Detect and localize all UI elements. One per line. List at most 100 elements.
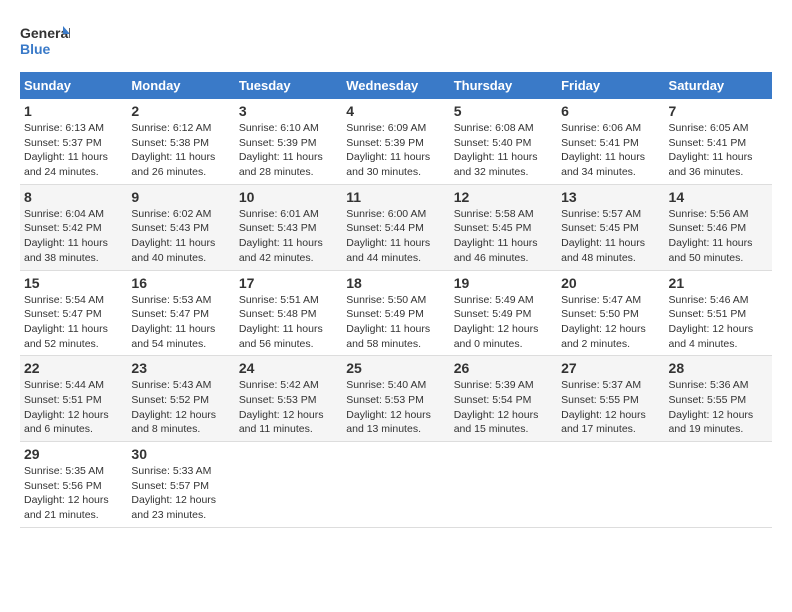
day-number: 7 — [669, 103, 768, 119]
day-number: 8 — [24, 189, 123, 205]
calendar-cell: 10 Sunrise: 6:01 AMSunset: 5:43 PMDayligh… — [235, 184, 342, 270]
day-info: Sunrise: 5:42 AMSunset: 5:53 PMDaylight:… — [239, 379, 324, 435]
day-number: 1 — [24, 103, 123, 119]
col-header-thursday: Thursday — [450, 72, 557, 99]
calendar-cell: 19 Sunrise: 5:49 AMSunset: 5:49 PMDayligh… — [450, 270, 557, 356]
header: General Blue — [20, 20, 772, 64]
calendar-cell: 30 Sunrise: 5:33 AMSunset: 5:57 PMDayligh… — [127, 442, 234, 528]
day-number: 19 — [454, 275, 553, 291]
calendar-cell: 9 Sunrise: 6:02 AMSunset: 5:43 PMDaylight… — [127, 184, 234, 270]
calendar-cell: 20 Sunrise: 5:47 AMSunset: 5:50 PMDayligh… — [557, 270, 664, 356]
day-info: Sunrise: 5:44 AMSunset: 5:51 PMDaylight:… — [24, 379, 109, 435]
calendar-cell: 5Sunrise: 6:08 AMSunset: 5:40 PMDaylight… — [450, 99, 557, 184]
logo-svg: General Blue — [20, 20, 70, 64]
calendar-cell: 24Sunrise: 5:42 AMSunset: 5:53 PMDayligh… — [235, 356, 342, 442]
day-info: Sunrise: 6:04 AMSunset: 5:42 PMDaylight:… — [24, 208, 108, 264]
col-header-sunday: Sunday — [20, 72, 127, 99]
day-number: 20 — [561, 275, 660, 291]
col-header-wednesday: Wednesday — [342, 72, 449, 99]
calendar-cell: 8 Sunrise: 6:04 AMSunset: 5:42 PMDaylight… — [20, 184, 127, 270]
day-info: Sunrise: 5:49 AMSunset: 5:49 PMDaylight:… — [454, 294, 539, 350]
day-number: 29 — [24, 446, 123, 462]
calendar-cell: 13 Sunrise: 5:57 AMSunset: 5:45 PMDayligh… — [557, 184, 664, 270]
day-number: 21 — [669, 275, 768, 291]
calendar-week-1: 1 Sunrise: 6:13 AMSunset: 5:37 PMDaylight… — [20, 99, 772, 184]
calendar-week-2: 8 Sunrise: 6:04 AMSunset: 5:42 PMDaylight… — [20, 184, 772, 270]
calendar-cell — [450, 442, 557, 528]
day-info: Sunrise: 5:37 AMSunset: 5:55 PMDaylight:… — [561, 379, 646, 435]
calendar-cell: 28 Sunrise: 5:36 AMSunset: 5:55 PMDayligh… — [665, 356, 772, 442]
calendar-cell — [557, 442, 664, 528]
day-info: Sunrise: 5:40 AMSunset: 5:53 PMDaylight:… — [346, 379, 431, 435]
calendar-cell: 16 Sunrise: 5:53 AMSunset: 5:47 PMDayligh… — [127, 270, 234, 356]
day-info: Sunrise: 6:00 AMSunset: 5:44 PMDaylight:… — [346, 208, 430, 264]
day-info: Sunrise: 6:02 AMSunset: 5:43 PMDaylight:… — [131, 208, 215, 264]
calendar-cell: 29 Sunrise: 5:35 AMSunset: 5:56 PMDayligh… — [20, 442, 127, 528]
day-number: 12 — [454, 189, 553, 205]
day-number: 9 — [131, 189, 230, 205]
calendar-cell: 23Sunrise: 5:43 AMSunset: 5:52 PMDayligh… — [127, 356, 234, 442]
day-number: 30 — [131, 446, 230, 462]
calendar-cell: 21 Sunrise: 5:46 AMSunset: 5:51 PMDayligh… — [665, 270, 772, 356]
day-info: Sunrise: 5:39 AMSunset: 5:54 PMDaylight:… — [454, 379, 539, 435]
header-row: SundayMondayTuesdayWednesdayThursdayFrid… — [20, 72, 772, 99]
svg-text:General: General — [20, 25, 70, 41]
col-header-friday: Friday — [557, 72, 664, 99]
day-info: Sunrise: 6:13 AMSunset: 5:37 PMDaylight:… — [24, 122, 108, 178]
logo: General Blue — [20, 20, 70, 64]
day-number: 15 — [24, 275, 123, 291]
day-number: 5 — [454, 103, 553, 119]
day-info: Sunrise: 5:54 AMSunset: 5:47 PMDaylight:… — [24, 294, 108, 350]
day-number: 16 — [131, 275, 230, 291]
day-info: Sunrise: 5:53 AMSunset: 5:47 PMDaylight:… — [131, 294, 215, 350]
calendar-cell: 4 Sunrise: 6:09 AMSunset: 5:39 PMDaylight… — [342, 99, 449, 184]
calendar-cell: 14Sunrise: 5:56 AMSunset: 5:46 PMDayligh… — [665, 184, 772, 270]
day-number: 3 — [239, 103, 338, 119]
day-number: 10 — [239, 189, 338, 205]
day-info: Sunrise: 6:12 AMSunset: 5:38 PMDaylight:… — [131, 122, 215, 178]
calendar-cell: 17 Sunrise: 5:51 AMSunset: 5:48 PMDayligh… — [235, 270, 342, 356]
svg-text:Blue: Blue — [20, 41, 51, 57]
calendar-cell: 15 Sunrise: 5:54 AMSunset: 5:47 PMDayligh… — [20, 270, 127, 356]
day-info: Sunrise: 5:51 AMSunset: 5:48 PMDaylight:… — [239, 294, 323, 350]
day-info: Sunrise: 5:35 AMSunset: 5:56 PMDaylight:… — [24, 465, 109, 521]
day-number: 18 — [346, 275, 445, 291]
calendar-cell — [342, 442, 449, 528]
day-number: 2 — [131, 103, 230, 119]
calendar-week-5: 29 Sunrise: 5:35 AMSunset: 5:56 PMDayligh… — [20, 442, 772, 528]
calendar-cell: 6Sunrise: 6:06 AMSunset: 5:41 PMDaylight… — [557, 99, 664, 184]
day-number: 17 — [239, 275, 338, 291]
day-number: 13 — [561, 189, 660, 205]
col-header-saturday: Saturday — [665, 72, 772, 99]
calendar-cell: 2 Sunrise: 6:12 AMSunset: 5:38 PMDaylight… — [127, 99, 234, 184]
day-info: Sunrise: 5:36 AMSunset: 5:55 PMDaylight:… — [669, 379, 754, 435]
day-number: 22 — [24, 360, 123, 376]
day-number: 28 — [669, 360, 768, 376]
day-info: Sunrise: 5:58 AMSunset: 5:45 PMDaylight:… — [454, 208, 538, 264]
calendar-cell: 7 Sunrise: 6:05 AMSunset: 5:41 PMDaylight… — [665, 99, 772, 184]
calendar-table: SundayMondayTuesdayWednesdayThursdayFrid… — [20, 72, 772, 528]
day-number: 11 — [346, 189, 445, 205]
calendar-cell — [665, 442, 772, 528]
col-header-monday: Monday — [127, 72, 234, 99]
day-info: Sunrise: 6:06 AMSunset: 5:41 PMDaylight:… — [561, 122, 645, 178]
day-number: 25 — [346, 360, 445, 376]
day-info: Sunrise: 5:56 AMSunset: 5:46 PMDaylight:… — [669, 208, 753, 264]
day-number: 27 — [561, 360, 660, 376]
day-info: Sunrise: 6:09 AMSunset: 5:39 PMDaylight:… — [346, 122, 430, 178]
calendar-cell: 22 Sunrise: 5:44 AMSunset: 5:51 PMDayligh… — [20, 356, 127, 442]
calendar-cell: 1 Sunrise: 6:13 AMSunset: 5:37 PMDaylight… — [20, 99, 127, 184]
day-info: Sunrise: 6:05 AMSunset: 5:41 PMDaylight:… — [669, 122, 753, 178]
day-info: Sunrise: 5:33 AMSunset: 5:57 PMDaylight:… — [131, 465, 216, 521]
day-number: 4 — [346, 103, 445, 119]
calendar-cell: 27 Sunrise: 5:37 AMSunset: 5:55 PMDayligh… — [557, 356, 664, 442]
day-info: Sunrise: 6:01 AMSunset: 5:43 PMDaylight:… — [239, 208, 323, 264]
day-info: Sunrise: 5:46 AMSunset: 5:51 PMDaylight:… — [669, 294, 754, 350]
day-info: Sunrise: 5:50 AMSunset: 5:49 PMDaylight:… — [346, 294, 430, 350]
col-header-tuesday: Tuesday — [235, 72, 342, 99]
day-number: 26 — [454, 360, 553, 376]
day-info: Sunrise: 5:47 AMSunset: 5:50 PMDaylight:… — [561, 294, 646, 350]
day-info: Sunrise: 5:57 AMSunset: 5:45 PMDaylight:… — [561, 208, 645, 264]
calendar-cell: 3Sunrise: 6:10 AMSunset: 5:39 PMDaylight… — [235, 99, 342, 184]
calendar-cell: 12 Sunrise: 5:58 AMSunset: 5:45 PMDayligh… — [450, 184, 557, 270]
